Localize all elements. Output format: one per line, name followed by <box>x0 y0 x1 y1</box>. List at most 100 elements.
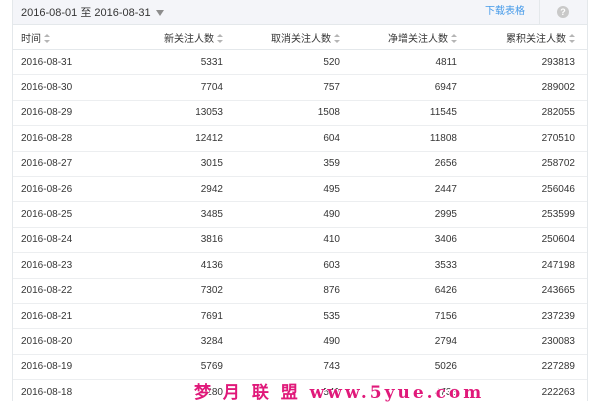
stats-panel: 2016-08-01 至 2016-08-31 下载表格 ? 时间 新关注人数 取消… <box>12 0 588 401</box>
table-cell: 490 <box>237 328 354 355</box>
table-cell: 3284 <box>113 328 237 355</box>
table-row: 2016-08-30 7704 757 6947 289002 <box>13 74 587 101</box>
column-header-label: 新关注人数 <box>164 33 214 45</box>
sort-icon[interactable] <box>451 34 457 44</box>
table-cell: 243665 <box>471 278 587 304</box>
table-cell: 520 <box>237 49 354 76</box>
table-cell: 876 <box>237 278 354 304</box>
caret-down-icon[interactable] <box>155 9 164 16</box>
table-cell: 2016-08-18 <box>13 379 113 401</box>
table-row: 2016-08-22 7302 876 6426 243665 <box>13 278 587 304</box>
sort-icon[interactable] <box>217 34 223 44</box>
table-cell: 4136 <box>113 252 237 279</box>
table-row: 2016-08-23 4136 603 3533 247198 <box>13 252 587 279</box>
table-cell: 237239 <box>471 303 587 330</box>
table-cell: 495 <box>237 176 354 203</box>
table-cell: 2016-08-23 <box>13 252 113 279</box>
column-header-time[interactable]: 时间 <box>13 25 113 50</box>
table-cell: 11545 <box>354 100 471 127</box>
table-cell: 490 <box>237 201 354 228</box>
table-cell: 2016-08-20 <box>13 328 113 355</box>
table-row: 2016-08-28 12412 604 11808 270510 <box>13 125 587 152</box>
sort-icon[interactable] <box>569 34 575 44</box>
table-cell: 6426 <box>354 278 471 304</box>
table-cell: 604 <box>237 125 354 152</box>
table-row: 2016-08-29 13053 1508 11545 282055 <box>13 100 587 127</box>
date-range-picker[interactable]: 2016-08-01 至 2016-08-31 <box>21 4 164 20</box>
download-table-link[interactable]: 下载表格 <box>471 0 540 24</box>
table-header-row: 时间 新关注人数 取消关注人数 净增关注人数 累积关注人数 <box>13 25 587 50</box>
table-row: 2016-08-26 2942 495 2447 256046 <box>13 176 587 203</box>
table-cell: 7156 <box>354 303 471 330</box>
table-cell: 2942 <box>113 176 237 203</box>
table-cell: 282055 <box>471 100 587 127</box>
table-cell: 410 <box>237 227 354 254</box>
table-row: 2016-08-19 5769 743 5026 227289 <box>13 354 587 381</box>
table-cell: 757 <box>237 74 354 101</box>
watermark: 梦 月 联 盟 www.5yue.com <box>194 383 485 403</box>
table-cell: 2016-08-26 <box>13 176 113 203</box>
table-cell: 12412 <box>113 125 237 152</box>
table-cell: 253599 <box>471 201 587 228</box>
table-cell: 5026 <box>354 354 471 381</box>
table-row: 2016-08-21 7691 535 7156 237239 <box>13 303 587 330</box>
table-cell: 3015 <box>113 151 237 177</box>
table-cell: 7704 <box>113 74 237 101</box>
table-cell: 2016-08-29 <box>13 100 113 127</box>
column-header-new-followers[interactable]: 新关注人数 <box>113 25 237 50</box>
table-row: 2016-08-24 3816 410 3406 250604 <box>13 227 587 254</box>
table-cell: 258702 <box>471 151 587 177</box>
table-cell: 256046 <box>471 176 587 203</box>
table-row: 2016-08-20 3284 490 2794 230083 <box>13 328 587 355</box>
table-cell: 2447 <box>354 176 471 203</box>
table-cell: 603 <box>237 252 354 279</box>
column-header-label: 净增关注人数 <box>388 33 448 45</box>
table-row: 2016-08-31 5331 520 4811 293813 <box>13 49 587 76</box>
table-cell: 3406 <box>354 227 471 254</box>
table-cell: 3816 <box>113 227 237 254</box>
table-cell: 3485 <box>113 201 237 228</box>
table-cell: 2016-08-25 <box>13 201 113 228</box>
table-cell: 2656 <box>354 151 471 177</box>
sort-icon[interactable] <box>44 34 50 44</box>
date-range-label: 2016-08-01 至 2016-08-31 <box>21 7 151 19</box>
column-header-cumulative[interactable]: 累积关注人数 <box>471 25 587 50</box>
table-cell: 270510 <box>471 125 587 152</box>
table-cell: 293813 <box>471 49 587 76</box>
table-cell: 2016-08-22 <box>13 278 113 304</box>
table-cell: 2794 <box>354 328 471 355</box>
column-header-label: 取消关注人数 <box>271 33 331 45</box>
table-cell: 222263 <box>471 379 587 401</box>
table-row: 2016-08-25 3485 490 2995 253599 <box>13 201 587 228</box>
followers-table: 时间 新关注人数 取消关注人数 净增关注人数 累积关注人数 2016-08-31 5331… <box>13 25 587 401</box>
table-cell: 2016-08-31 <box>13 49 113 76</box>
column-header-net-growth[interactable]: 净增关注人数 <box>354 25 471 50</box>
table-cell: 227289 <box>471 354 587 381</box>
table-cell: 743 <box>237 354 354 381</box>
help-icon[interactable]: ? <box>557 6 569 18</box>
table-cell: 2016-08-21 <box>13 303 113 330</box>
table-cell: 5331 <box>113 49 237 76</box>
table-cell: 6947 <box>354 74 471 101</box>
table-cell: 247198 <box>471 252 587 279</box>
table-cell: 230083 <box>471 328 587 355</box>
table-row: 2016-08-27 3015 359 2656 258702 <box>13 151 587 177</box>
toolbar: 2016-08-01 至 2016-08-31 下载表格 ? <box>13 0 587 25</box>
column-header-label: 时间 <box>21 33 41 45</box>
table-cell: 5769 <box>113 354 237 381</box>
table-cell: 2016-08-28 <box>13 125 113 152</box>
column-header-label: 累积关注人数 <box>506 33 566 45</box>
table-cell: 359 <box>237 151 354 177</box>
table-cell: 7691 <box>113 303 237 330</box>
sort-icon[interactable] <box>334 34 340 44</box>
table-cell: 3533 <box>354 252 471 279</box>
table-cell: 535 <box>237 303 354 330</box>
table-cell: 2995 <box>354 201 471 228</box>
table-cell: 2016-08-24 <box>13 227 113 254</box>
column-header-unfollows[interactable]: 取消关注人数 <box>237 25 354 50</box>
table-cell: 7302 <box>113 278 237 304</box>
toolbar-actions: 下载表格 ? <box>471 0 587 24</box>
table-cell: 2016-08-30 <box>13 74 113 101</box>
table-cell: 289002 <box>471 74 587 101</box>
table-cell: 2016-08-19 <box>13 354 113 381</box>
